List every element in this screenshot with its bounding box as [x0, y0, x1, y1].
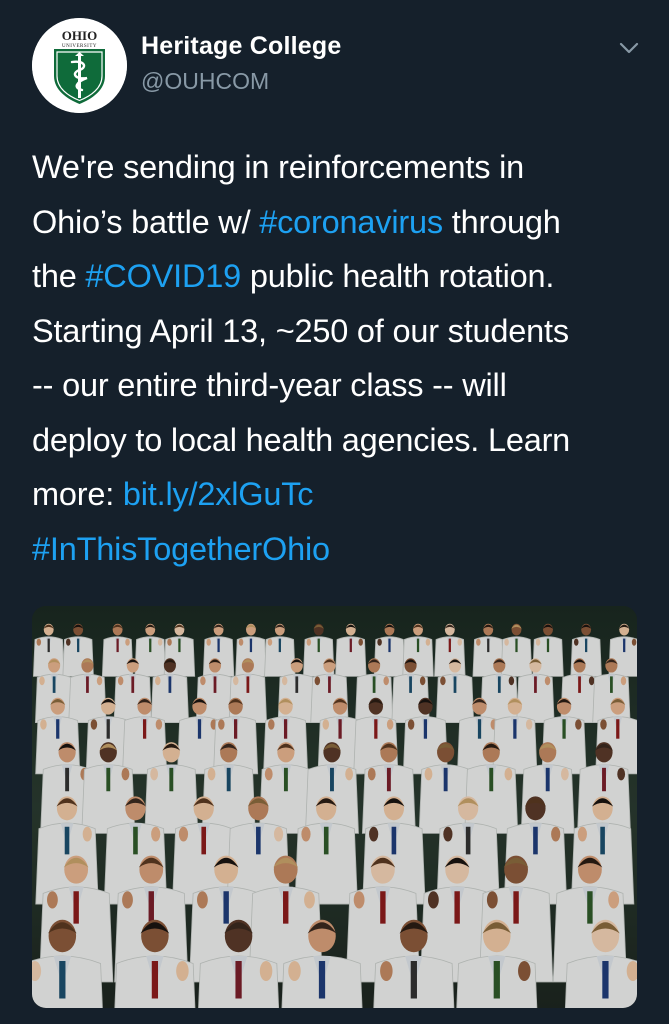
hashtag-covid19[interactable]: #COVID19: [85, 258, 241, 294]
avatar[interactable]: OHIO UNIVERSITY: [32, 18, 127, 113]
tweet-text-line: the #COVID19 public health rotation.: [32, 258, 555, 294]
hashtag-inthistogetherohio[interactable]: #InThisTogetherOhio: [32, 531, 330, 567]
students-white-coat-ceremony-photo-icon: [32, 606, 637, 1008]
tweet-text-line: Ohio’s battle w/ #coronavirus through: [32, 203, 561, 240]
tweet-text-line: deploy to local health agencies. Learn: [32, 421, 571, 458]
short-link[interactable]: bit.ly/2xlGuTc: [123, 476, 314, 512]
ohio-university-logo-icon: OHIO UNIVERSITY: [32, 18, 127, 113]
hashtag-coronavirus[interactable]: #coronavirus: [259, 204, 443, 240]
author-handle[interactable]: @OUHCOM: [141, 68, 269, 95]
tweet-text-line: more: bit.ly/2xlGuTc: [32, 476, 314, 512]
logo-subtext: UNIVERSITY: [62, 44, 97, 49]
logo-text: OHIO: [62, 28, 97, 43]
tweet-text: We're sending in reinforcements in Ohio’…: [32, 140, 642, 576]
author-name[interactable]: Heritage College: [141, 32, 341, 61]
tweet-text-line: We're sending in reinforcements in: [32, 149, 524, 185]
tweet-photo[interactable]: [32, 606, 637, 1008]
tweet[interactable]: OHIO UNIVERSITY Heritage College @OUHCOM…: [0, 0, 669, 1024]
tweet-text-line: #InThisTogetherOhio: [32, 522, 642, 577]
chevron-down-icon[interactable]: [617, 38, 641, 58]
tweet-text-line: -- our entire third-year class -- will: [32, 367, 507, 403]
tweet-text-line: Starting April 13, ~250 of our students: [32, 312, 569, 349]
